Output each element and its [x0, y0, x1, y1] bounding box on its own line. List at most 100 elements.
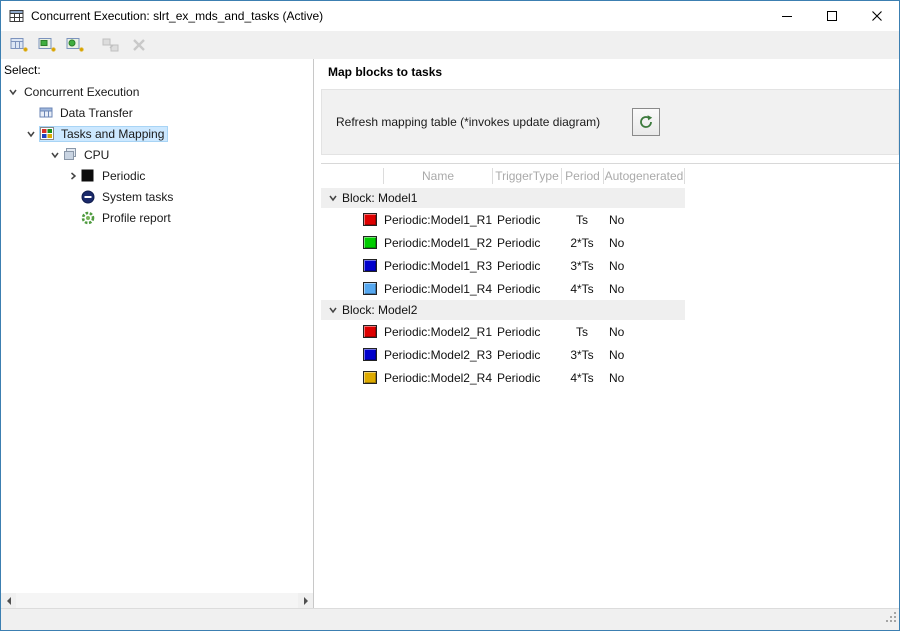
data-transfer-icon — [39, 106, 57, 119]
task-name: Periodic:Model2_R1 — [383, 324, 492, 339]
task-name: Periodic:Model1_R4 — [383, 281, 492, 296]
window-title: Concurrent Execution: slrt_ex_mds_and_ta… — [31, 9, 324, 23]
chevron-down-icon[interactable] — [5, 87, 21, 97]
tree-item-system-tasks[interactable]: System tasks — [1, 186, 313, 207]
add-aperiodic-task-button[interactable] — [62, 33, 87, 57]
table-group-row[interactable]: Block: Model2 — [321, 300, 685, 320]
add-data-transfer-icon — [10, 37, 27, 51]
task-period: Ts — [576, 324, 588, 339]
maximize-icon — [826, 11, 837, 21]
refresh-button[interactable] — [632, 108, 661, 136]
chevron-down-icon[interactable] — [324, 305, 342, 315]
task-trigger-type: Periodic — [497, 258, 541, 273]
task-period: 4*Ts — [570, 370, 594, 385]
column-header-autogenerated: Autogenerated — [603, 168, 685, 184]
scroll-right-button[interactable] — [298, 593, 313, 608]
convert-button — [98, 33, 123, 57]
group-label: Block: Model2 — [342, 303, 418, 317]
table-row[interactable]: Periodic:Model1_R4 Periodic 4*Ts No — [321, 277, 685, 300]
select-label: Select: — [4, 63, 41, 77]
task-color-icon — [363, 236, 377, 249]
tree-item-label: Tasks and Mapping — [61, 126, 165, 141]
tasks-and-mapping-icon — [40, 127, 58, 140]
table-group-row[interactable]: Block: Model1 — [321, 188, 685, 208]
column-header-triggertype: TriggerType — [492, 168, 561, 184]
mapping-table: Name TriggerType Period Autogenerated Bl… — [321, 163, 899, 389]
tree-item-profile-report[interactable]: Profile report — [1, 207, 313, 228]
scroll-right-icon — [303, 596, 308, 605]
refresh-icon — [640, 115, 653, 128]
delete-icon — [132, 39, 145, 51]
statusbar — [1, 608, 899, 630]
add-aperiodic-task-icon — [66, 37, 83, 51]
chevron-right-icon[interactable] — [65, 171, 81, 181]
tree-item-concurrent-execution[interactable]: Concurrent Execution — [1, 81, 313, 102]
scroll-left-button[interactable] — [1, 593, 16, 608]
tree: Concurrent Execution Data Transfer Tasks… — [1, 81, 313, 228]
tree-item-tasks-and-mapping[interactable]: Tasks and Mapping — [1, 123, 313, 144]
tree-item-label: System tasks — [102, 189, 174, 204]
table-row[interactable]: Periodic:Model2_R3 Periodic 3*Ts No — [321, 343, 685, 366]
task-color-icon — [363, 325, 377, 338]
scrollbar-track[interactable] — [16, 593, 298, 608]
table-body: Block: Model1 Periodic:Model1_R1 Periodic T… — [321, 188, 899, 389]
add-data-transfer-button[interactable] — [6, 33, 31, 57]
minimize-icon — [781, 15, 792, 17]
cpu-icon — [63, 148, 81, 161]
table-row[interactable]: Periodic:Model1_R2 Periodic 2*Ts No — [321, 231, 685, 254]
minimize-button[interactable] — [764, 1, 809, 31]
task-name: Periodic:Model1_R3 — [383, 258, 492, 273]
tree-item-data-transfer[interactable]: Data Transfer — [1, 102, 313, 123]
close-icon — [871, 11, 882, 21]
table-row[interactable]: Periodic:Model1_R1 Periodic Ts No — [321, 208, 685, 231]
tree-item-label: Concurrent Execution — [24, 84, 140, 99]
concurrent-execution-window: Concurrent Execution: slrt_ex_mds_and_ta… — [0, 0, 900, 631]
tree-item-periodic[interactable]: Periodic — [1, 165, 313, 186]
task-trigger-type: Periodic — [497, 212, 541, 227]
close-button[interactable] — [854, 1, 899, 31]
chevron-down-icon[interactable] — [23, 129, 39, 139]
table-row[interactable]: Periodic:Model1_R3 Periodic 3*Ts No — [321, 254, 685, 277]
task-autogenerated: No — [609, 324, 625, 339]
group-label: Block: Model1 — [342, 191, 418, 205]
main-panel: Map blocks to tasks Refresh mapping tabl… — [319, 59, 899, 608]
task-trigger-type: Periodic — [497, 347, 541, 362]
task-autogenerated: No — [609, 281, 625, 296]
tree-item-label: CPU — [84, 147, 110, 162]
toolbar — [1, 31, 899, 59]
table-row[interactable]: Periodic:Model2_R1 Periodic Ts No — [321, 320, 685, 343]
task-name: Periodic:Model1_R1 — [383, 212, 492, 227]
system-tasks-icon — [81, 190, 99, 204]
task-autogenerated: No — [609, 235, 625, 250]
titlebar: Concurrent Execution: slrt_ex_mds_and_ta… — [1, 1, 899, 31]
task-autogenerated: No — [609, 258, 625, 273]
maximize-button[interactable] — [809, 1, 854, 31]
table-row[interactable]: Periodic:Model2_R4 Periodic 4*Ts No — [321, 366, 685, 389]
app-icon — [9, 9, 25, 24]
refresh-label: Refresh mapping table (*invokes update d… — [336, 115, 601, 129]
task-trigger-type: Periodic — [497, 324, 541, 339]
task-trigger-type: Periodic — [497, 281, 541, 296]
chevron-down-icon[interactable] — [324, 193, 342, 203]
tree-item-label: Periodic — [102, 168, 146, 183]
task-trigger-type: Periodic — [497, 235, 541, 250]
main-panel-title: Map blocks to tasks — [328, 65, 443, 79]
window-body: Select: Concurrent Execution Data Transf… — [1, 59, 899, 608]
profile-report-icon — [81, 211, 99, 225]
task-name: Periodic:Model2_R3 — [383, 347, 492, 362]
tree-item-cpu[interactable]: CPU — [1, 144, 313, 165]
task-period: Ts — [576, 212, 588, 227]
add-periodic-task-icon — [38, 37, 55, 51]
task-trigger-type: Periodic — [497, 370, 541, 385]
horizontal-scrollbar[interactable] — [1, 593, 313, 608]
add-periodic-task-button[interactable] — [34, 33, 59, 57]
tree-item-label: Profile report — [102, 210, 171, 225]
task-color-icon — [363, 259, 377, 272]
resize-grip[interactable] — [885, 610, 897, 628]
task-name: Periodic:Model1_R2 — [383, 235, 492, 250]
task-period: 3*Ts — [570, 347, 594, 362]
table-header: Name TriggerType Period Autogenerated — [321, 164, 685, 188]
task-name: Periodic:Model2_R4 — [383, 370, 492, 385]
chevron-down-icon[interactable] — [47, 150, 63, 160]
column-header-period: Period — [561, 168, 603, 184]
